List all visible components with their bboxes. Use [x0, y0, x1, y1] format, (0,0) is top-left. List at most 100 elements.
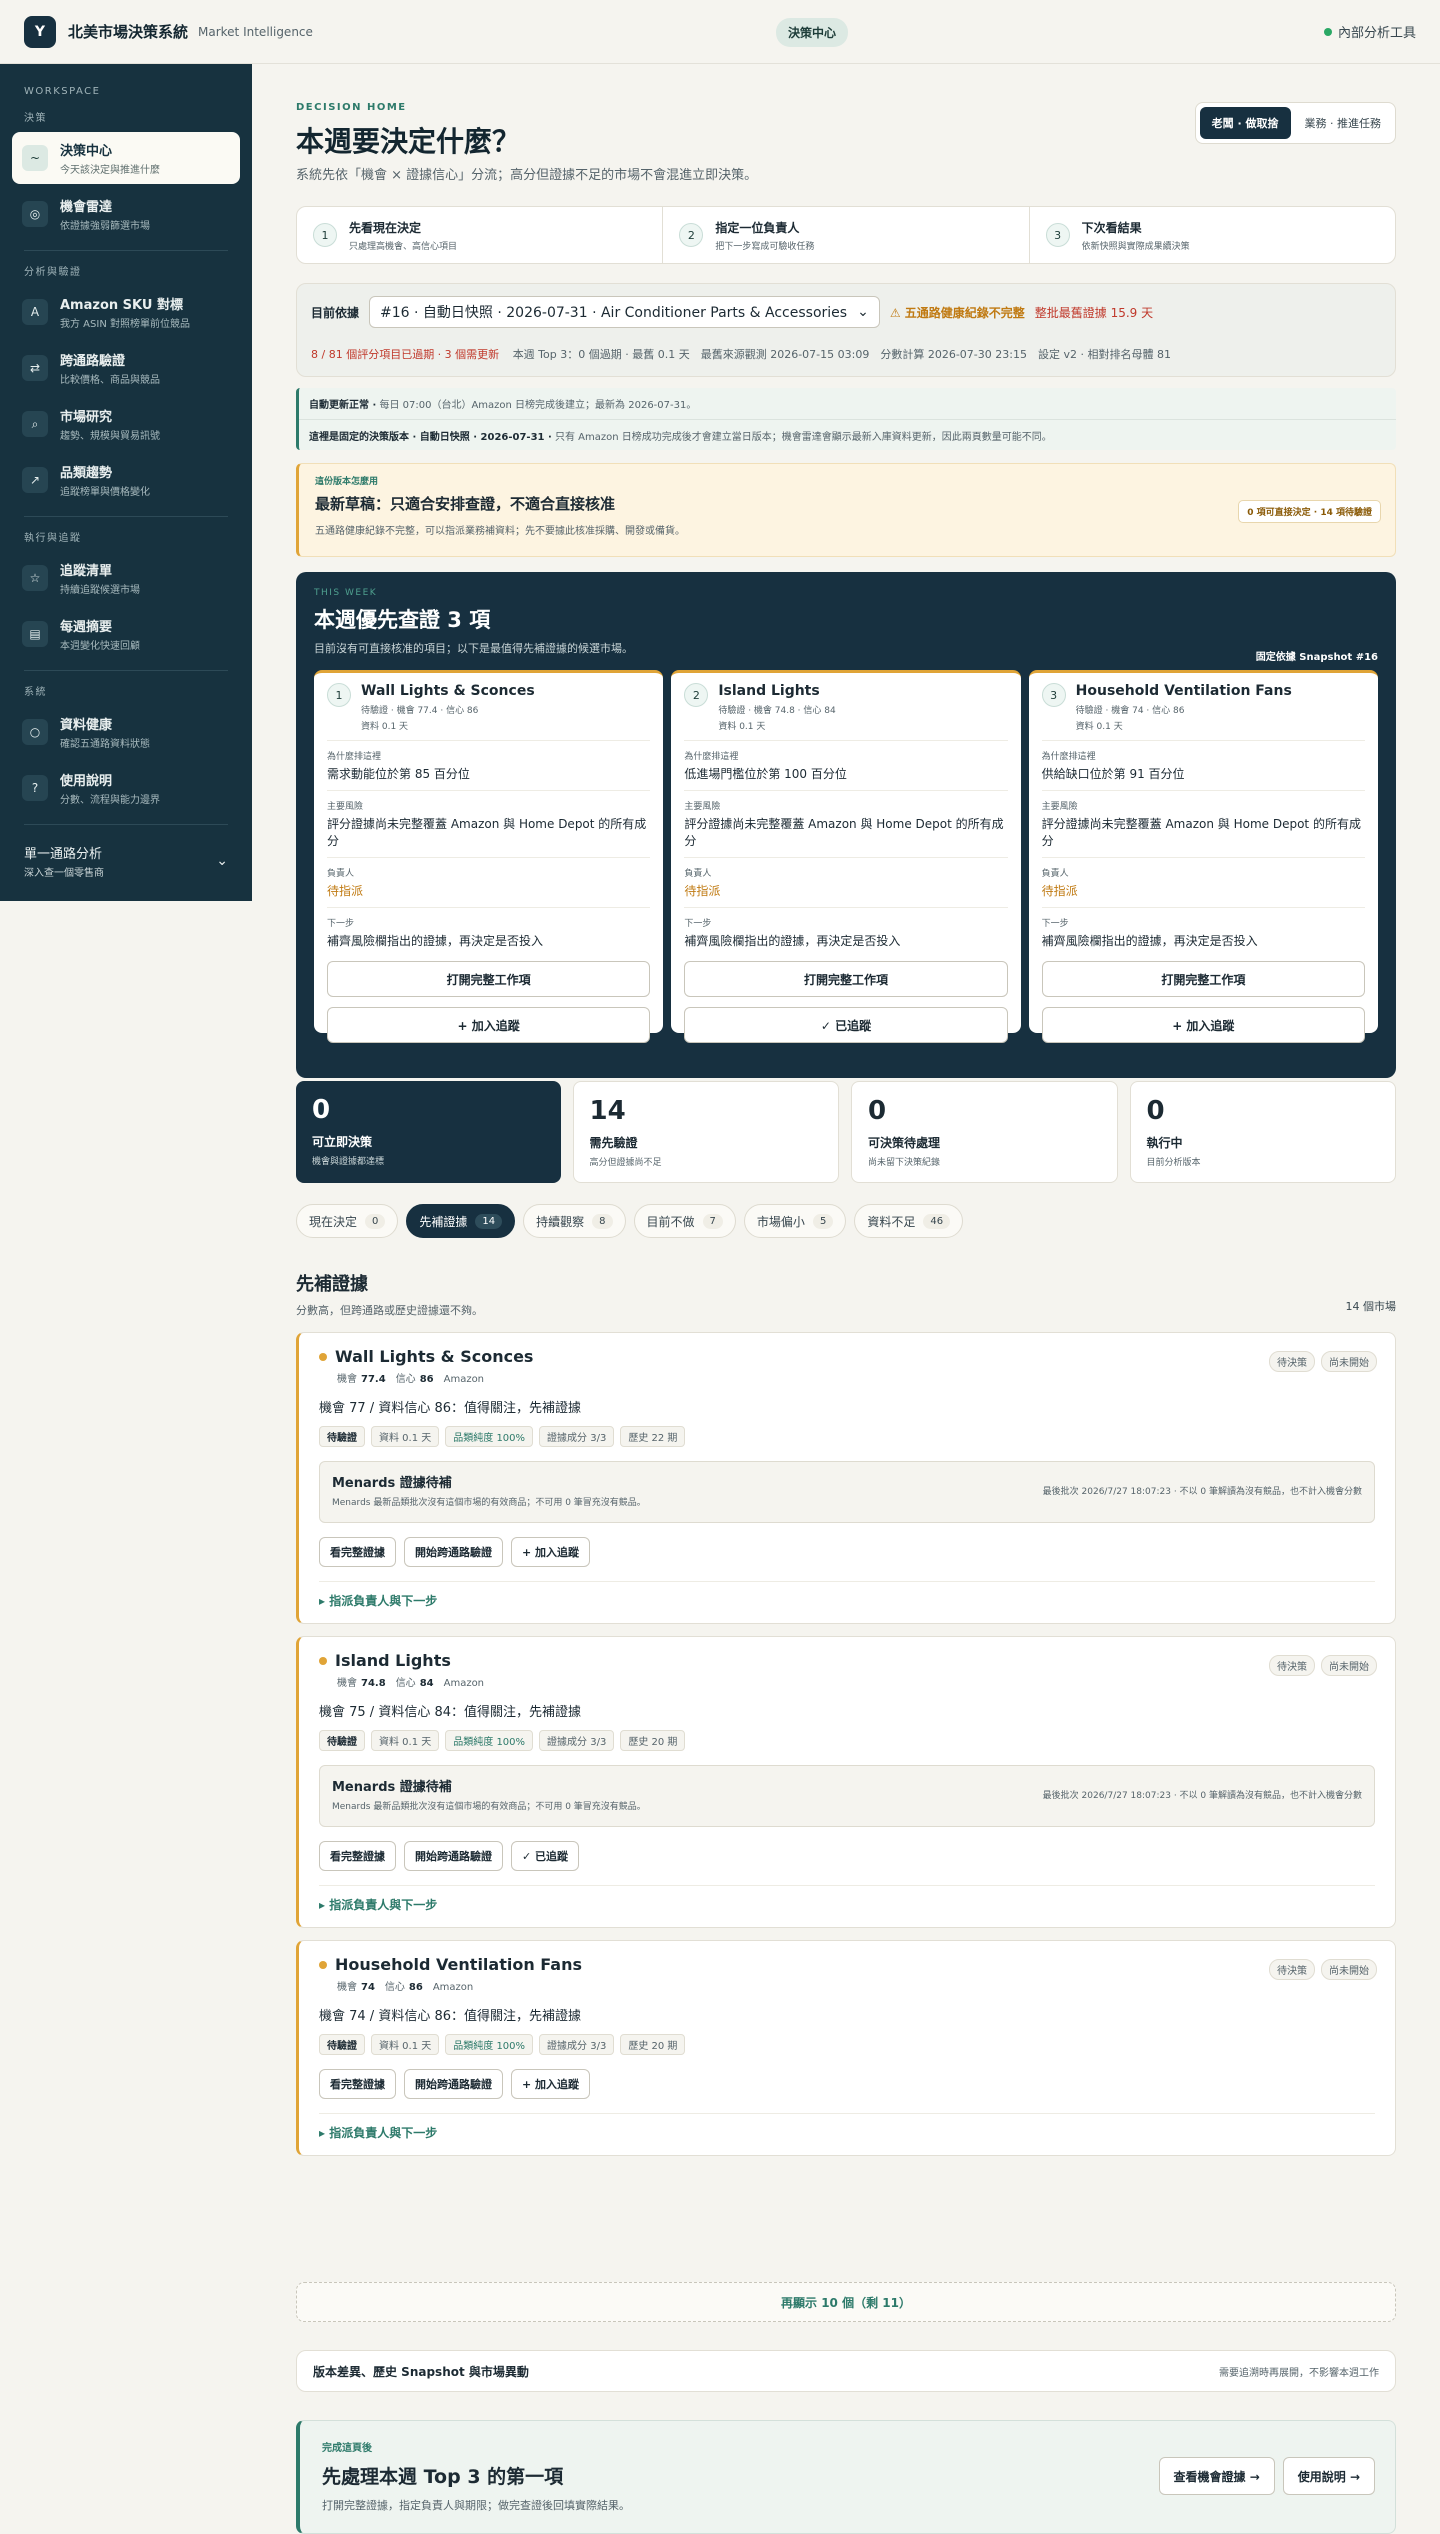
- card-row-risk: 主要風險 評分證據尚未完整覆蓋 Amazon 與 Home Depot 的所有成分: [684, 790, 1008, 857]
- sidebar-item[interactable]: ⌕ 市場研究 趨勢、規模與貿易訊號: [12, 398, 240, 450]
- stat-number: 14: [589, 1096, 626, 1126]
- mode-boss[interactable]: 老闆 · 做取捨: [1199, 107, 1291, 139]
- conf-value: 86: [408, 1982, 423, 1993]
- assign-owner-toggle[interactable]: ▸ 指派負責人與下一步: [319, 1592, 1375, 1609]
- view-evidence-button[interactable]: 查看機會證據 →: [1158, 2457, 1275, 2495]
- app-logo[interactable]: Y: [24, 15, 56, 48]
- start-validation-button[interactable]: 開始跨通路驗證: [404, 1841, 503, 1871]
- stat-sub: 目前分析版本: [1146, 1158, 1201, 1168]
- card-rank: 1: [327, 683, 351, 707]
- sidebar-item[interactable]: ↗ 品類趨勢 追蹤榜單與價格變化: [12, 454, 240, 506]
- sidebar-item[interactable]: ◎ 機會雷達 依證據強弱篩選市場: [12, 188, 240, 240]
- card-row-why: 為什麼排這裡 低進場門檻位於第 100 百分位: [684, 740, 1008, 790]
- card-age: 資料 0.1 天: [361, 722, 409, 732]
- sidebar-item-sub: 追蹤榜單與價格變化: [60, 487, 150, 498]
- filter-tab[interactable]: 市場偏小 5: [743, 1204, 847, 1238]
- step-title: 先看現在決定: [349, 220, 422, 235]
- assign-owner-toggle[interactable]: ▸ 指派負責人與下一步: [319, 2124, 1375, 2141]
- step-sub: 依新快照與實際成果續決策: [1081, 241, 1190, 252]
- section-sub: 分數高，但跨通路或歷史證據還不夠。: [296, 1304, 483, 1317]
- stat-sub: 高分但證據尚不足: [589, 1158, 662, 1168]
- basis-meta: 本週 Top 3：0 個過期 · 最舊 0.1 天 最舊來源觀測 2026-07…: [512, 348, 1171, 361]
- priority-card: 2 Island Lights 待驗證 · 機會 74.8 · 信心 84 資料 0.…: [671, 670, 1021, 1043]
- open-workitem-button[interactable]: 打開完整工作項: [684, 961, 1008, 997]
- candidate-summary: 機會 77 / 資料信心 86：值得關注，先補證據: [319, 1401, 581, 1416]
- track-button[interactable]: ✓ 已追蹤: [684, 1007, 1008, 1043]
- view-evidence-button[interactable]: 看完整證據: [319, 1537, 396, 1567]
- sidebar-item-icon: ↗: [22, 467, 48, 493]
- stat-card[interactable]: 0 可決策待處理 尚未留下決策紀錄: [851, 1081, 1118, 1183]
- open-workitem-button[interactable]: 打開完整工作項: [327, 961, 651, 997]
- oldest-evidence: 整批最舊證據 15.9 天: [1034, 305, 1154, 320]
- sidebar-item-icon: ☆: [22, 565, 48, 591]
- start-validation-button[interactable]: 開始跨通路驗證: [404, 1537, 503, 1567]
- show-more-button[interactable]: 再顯示 10 個（剩 11）: [296, 2282, 1396, 2322]
- card-rank: 2: [684, 683, 709, 707]
- sidebar-item[interactable]: ☆ 追蹤清單 持續追蹤候選市場: [12, 552, 240, 604]
- step-number: 3: [1045, 223, 1070, 247]
- source-label: Amazon: [432, 1982, 474, 1993]
- track-button[interactable]: + 加入追蹤: [1041, 1007, 1365, 1043]
- sidebar-item[interactable]: A Amazon SKU 對標 我方 ASIN 對照榜單前位競品: [12, 286, 240, 338]
- status-badge: 尚未開始: [1321, 1959, 1377, 1980]
- single-channel-analysis[interactable]: 單一通路分析 深入查一個零售商 ⌄: [12, 835, 240, 887]
- candidate-tag: 歷史 20 期: [620, 1730, 686, 1751]
- cta-eyebrow: 完成這頁後: [322, 2443, 372, 2454]
- row-value: 低進場門檻位於第 100 百分位: [684, 767, 847, 781]
- track-button[interactable]: + 加入追蹤: [327, 1007, 651, 1043]
- step-number: 1: [313, 223, 337, 247]
- filter-tab[interactable]: 先補證據 14: [406, 1204, 516, 1238]
- chevron-down-icon: ⌄: [216, 853, 228, 869]
- sidebar-item[interactable]: ? 使用說明 分數、流程與能力邊界: [12, 762, 240, 814]
- notice-l2-bold: 這裡是固定的決策版本 · 自動日快照 · 2026-07-31 ·: [309, 432, 552, 443]
- sidebar-item-sub: 確認五通路資料狀態: [60, 739, 150, 750]
- sidebar-item[interactable]: ⇄ 跨通路驗證 比較價格、商品與競品: [12, 342, 240, 394]
- card-meta: 待驗證 · 機會 74 · 信心 86: [1075, 706, 1185, 716]
- row-value: 補齊風險欄指出的證據，再決定是否投入: [327, 934, 544, 948]
- card-meta: 待驗證 · 機會 77.4 · 信心 86: [361, 706, 479, 716]
- track-button[interactable]: + 加入追蹤: [511, 1537, 591, 1567]
- stat-card[interactable]: 14 需先驗證高分但證據尚不足: [572, 1081, 839, 1183]
- track-button[interactable]: ✓ 已追蹤: [511, 1841, 580, 1871]
- filter-tab[interactable]: 目前不做 7: [633, 1204, 736, 1238]
- card-row-owner: 負責人 待指派: [684, 857, 1008, 907]
- candidate-tag: 待驗證: [319, 1730, 365, 1751]
- start-validation-button[interactable]: 開始跨通路驗證: [404, 2069, 503, 2099]
- candidate-name[interactable]: Household Ventilation Fans: [335, 1955, 582, 1974]
- stat-sub: 尚未留下決策紀錄: [868, 1158, 941, 1168]
- assign-owner-toggle[interactable]: ▸ 指派負責人與下一步: [319, 1896, 1375, 1913]
- stat-card[interactable]: 0 執行中 目前分析版本: [1129, 1081, 1396, 1183]
- conf-label: 信心: [395, 1374, 416, 1385]
- section-count: 14 個市場: [1345, 1300, 1397, 1313]
- candidate-list: Wall Lights & Sconces 待決策 尚未開始 機會 77.4 信心 86 Am…: [296, 1332, 1396, 2156]
- filter-tab[interactable]: 現在決定 0: [296, 1204, 399, 1238]
- sidebar-item-icon: ?: [22, 775, 48, 801]
- filter-tab[interactable]: 持續觀察 8: [523, 1204, 626, 1238]
- sidebar-item[interactable]: ▤ 每週摘要 本週變化快速回顧: [12, 608, 240, 660]
- candidate-name[interactable]: Wall Lights & Sconces: [335, 1347, 533, 1366]
- snapshot-select[interactable]: #16 · 自動日快照 · 2026-07-31 · Air Condition…: [369, 296, 880, 328]
- usage-eyebrow: 這份版本怎麼用: [315, 477, 379, 487]
- mode-sales[interactable]: 業務 · 推進任務: [1295, 107, 1392, 139]
- help-button[interactable]: 使用說明 →: [1282, 2457, 1375, 2495]
- view-evidence-button[interactable]: 看完整證據: [319, 1841, 396, 1871]
- sidebar-item-sub: 本週變化快速回顧: [60, 641, 140, 652]
- sidebar-item[interactable]: ○ 資料健康 確認五通路資料狀態: [12, 706, 240, 758]
- status-badge: 尚未開始: [1321, 1351, 1377, 1372]
- page-title: 本週要決定什麼？: [296, 125, 521, 158]
- version-diff-bar[interactable]: 版本差異、歷史 Snapshot 與市場異動 需要追溯時再展開，不影響本週工作: [296, 2350, 1396, 2392]
- row-label: 負責人: [1041, 869, 1069, 879]
- stat-label: 需先驗證: [589, 1136, 638, 1150]
- card-row-risk: 主要風險 評分證據尚未完整覆蓋 Amazon 與 Home Depot 的所有成分: [327, 790, 651, 857]
- sidebar-item[interactable]: ~ 決策中心 今天該決定與推進什麼: [12, 132, 240, 184]
- filter-tab[interactable]: 資料不足 46: [854, 1204, 964, 1238]
- menards-evidence-box: Menards 證據待補 Menards 最新品類批次沒有這個市場的有效商品；不可…: [319, 1461, 1375, 1523]
- stat-card[interactable]: 0 可立即決策 機會與證據都達標: [296, 1081, 561, 1183]
- candidate-tag: 品類純度 100%: [445, 1426, 534, 1447]
- track-button[interactable]: + 加入追蹤: [511, 2069, 591, 2099]
- open-workitem-button[interactable]: 打開完整工作項: [1041, 961, 1365, 997]
- opp-label: 機會: [337, 1982, 357, 1993]
- candidate-name[interactable]: Island Lights: [335, 1651, 451, 1670]
- sidebar-item-icon: ~: [22, 145, 48, 171]
- view-evidence-button[interactable]: 看完整證據: [319, 2069, 396, 2099]
